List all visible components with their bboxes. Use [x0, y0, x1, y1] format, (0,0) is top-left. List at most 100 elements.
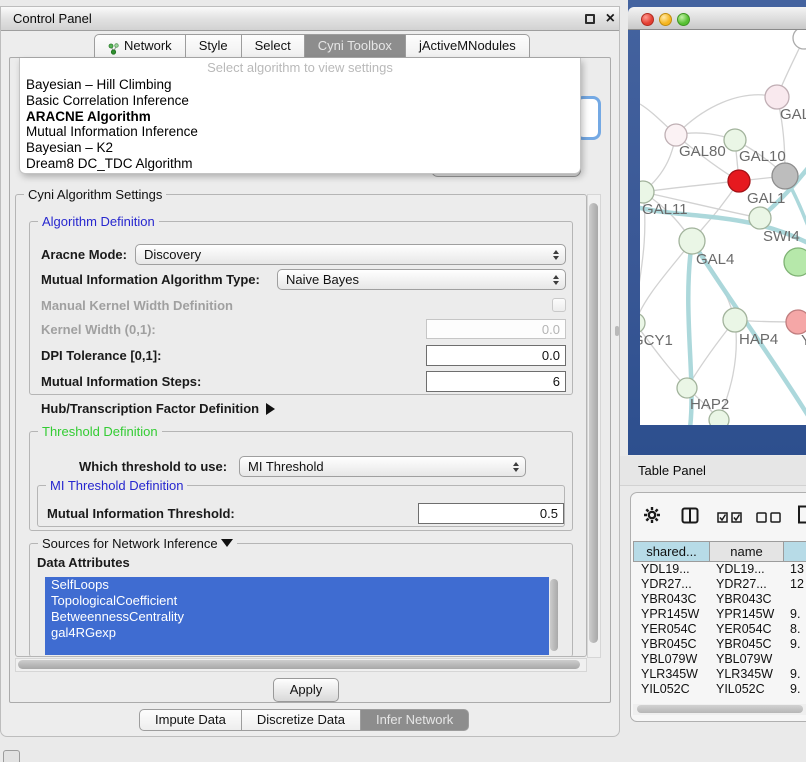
table-hscrollbar-track[interactable] — [633, 704, 806, 715]
tab-select[interactable]: Select — [242, 34, 305, 58]
aracne-mode-select[interactable]: Discovery — [135, 244, 566, 265]
node-salmon[interactable] — [786, 310, 806, 334]
node-top-partial[interactable] — [793, 30, 806, 49]
panel-divider-handle[interactable] — [615, 326, 619, 336]
table-row[interactable]: YDR27...YDR27...12 — [635, 577, 806, 592]
table-cell: YDR27... — [635, 577, 712, 592]
table-cell: YER054C — [635, 622, 712, 637]
attribute-item-gal4rgexp[interactable]: gal4RGexp — [45, 625, 549, 641]
node-gal1[interactable] — [728, 170, 750, 192]
table-row[interactable]: YDL19...YDL19...13 — [635, 562, 806, 577]
minimize-traffic-light-icon[interactable] — [659, 13, 672, 26]
apply-button[interactable]: Apply — [273, 678, 339, 702]
which-threshold-select[interactable]: MI Threshold — [239, 456, 526, 477]
attribute-item-topologicalcoefficient[interactable]: TopologicalCoefficient — [45, 593, 549, 609]
table-cell: YBL079W — [635, 652, 712, 667]
data-attributes-list[interactable]: SelfLoopsTopologicalCoefficientBetweenne… — [45, 577, 549, 655]
algorithm-option-mutual-information-inference[interactable]: Mutual Information Inference — [20, 124, 580, 140]
mi-algorithm-type-select[interactable]: Naive Bayes — [277, 269, 566, 290]
mi-threshold-field[interactable]: 0.5 — [418, 503, 564, 524]
table-row[interactable]: YBR043CYBR043C — [635, 592, 806, 607]
tab-cyni-toolbox[interactable]: Cyni Toolbox — [305, 34, 406, 58]
close-icon[interactable]: × — [606, 8, 615, 30]
attributes-scrollbar[interactable] — [550, 579, 558, 651]
node-gal1-label: GAL1 — [747, 190, 785, 207]
settings-hscrollbar-thumb[interactable] — [18, 660, 580, 669]
tab-style[interactable]: Style — [186, 34, 242, 58]
table-row[interactable]: YIL052CYIL052C9. — [635, 682, 806, 697]
table-cell: 9. — [786, 637, 806, 652]
float-window-icon[interactable] — [585, 14, 595, 24]
node-gal11-label: GAL11 — [642, 201, 688, 218]
node-hap4[interactable] — [723, 308, 747, 332]
gear-icon[interactable] — [642, 505, 662, 530]
table-panel-title: Table Panel — [638, 463, 706, 478]
network-icon — [108, 40, 119, 52]
table-cell: YIL052C — [712, 682, 786, 697]
table-row[interactable]: YBL079WYBL079W — [635, 652, 806, 667]
algorithm-option-basic-correlation-inference[interactable]: Basic Correlation Inference — [20, 93, 580, 109]
table-cell: YBR043C — [635, 592, 712, 607]
split-columns-icon[interactable] — [681, 507, 699, 529]
mi-algorithm-type-label: Mutual Information Algorithm Type: — [41, 272, 260, 287]
algorithm-option-dream8-dc-tdc-algorithm[interactable]: Dream8 DC_TDC Algorithm — [20, 156, 580, 172]
algorithm-option-bayesian-hill-climbing[interactable]: Bayesian – Hill Climbing — [20, 77, 580, 93]
table-cell: YBR043C — [712, 592, 786, 607]
close-traffic-light-icon[interactable] — [641, 13, 654, 26]
table-cell: 12 — [786, 577, 806, 592]
node-gray[interactable] — [772, 163, 798, 189]
dock-panel-icon[interactable] — [3, 750, 20, 762]
node-hap2[interactable] — [677, 378, 697, 398]
table-hscrollbar-thumb[interactable] — [637, 705, 803, 713]
attribute-item-partial[interactable] — [45, 641, 549, 655]
mi-steps-field[interactable]: 6 — [426, 371, 566, 392]
tab-network[interactable]: Network — [94, 34, 186, 58]
threshold-definition-title: Threshold Definition — [38, 424, 162, 439]
table-cell: YBR045C — [635, 637, 712, 652]
page-icon[interactable] — [797, 505, 806, 529]
node-gcy1[interactable] — [640, 313, 645, 333]
tab-jactivemnodules[interactable]: jActiveMNodules — [406, 34, 530, 58]
node-swi4[interactable] — [749, 207, 771, 229]
unchecked-pair-icon[interactable] — [756, 510, 782, 528]
node-swi4-label: SWI4 — [763, 228, 800, 245]
table-cell: YDL19... — [712, 562, 786, 577]
attribute-item-betweennesscentrality[interactable]: BetweennessCentrality — [45, 609, 549, 625]
network-canvas[interactable]: GALGAL80GAL10GAL1GAL11SWI4GAL4GCY1HAP4YH… — [640, 30, 806, 425]
mi-threshold-definition-title: MI Threshold Definition — [46, 478, 187, 493]
column-header-shared[interactable]: shared... — [633, 541, 710, 562]
which-threshold-label: Which threshold to use: — [79, 459, 227, 474]
attribute-item-selfloops[interactable]: SelfLoops — [45, 577, 549, 593]
node-green-right[interactable] — [784, 248, 806, 276]
network-window-titlebar[interactable] — [628, 7, 806, 30]
kernel-width-field[interactable]: 0.0 — [426, 319, 566, 339]
collapse-down-icon[interactable] — [221, 539, 233, 547]
column-header-name[interactable]: name — [710, 541, 784, 562]
table-row[interactable]: YPR145WYPR145W9. — [635, 607, 806, 622]
sources-title[interactable]: Sources for Network Inference — [38, 536, 237, 551]
table-row[interactable]: YBR045CYBR045C9. — [635, 637, 806, 652]
algorithm-option-bayesian-k2[interactable]: Bayesian – K2 — [20, 140, 580, 156]
tab-impute-data[interactable]: Impute Data — [139, 709, 242, 731]
table-cell: 9. — [786, 607, 806, 622]
tab-discretize-data[interactable]: Discretize Data — [242, 709, 361, 731]
control-panel-titlebar[interactable]: Control Panel × — [1, 7, 619, 31]
table-cell: 13 — [786, 562, 806, 577]
manual-kernel-width-checkbox[interactable] — [552, 298, 566, 312]
control-panel-tabbar: NetworkStyleSelectCyni ToolboxjActiveMNo… — [94, 34, 530, 58]
table-row[interactable]: YER054CYER054C8. — [635, 622, 806, 637]
zoom-traffic-light-icon[interactable] — [677, 13, 690, 26]
dpi-tolerance-field[interactable]: 0.0 — [426, 345, 566, 366]
cyni-algorithm-settings-title: Cyni Algorithm Settings — [24, 187, 166, 202]
node-hap4-label: HAP4 — [739, 331, 778, 348]
algorithm-option-aracne-algorithm[interactable]: ARACNE Algorithm — [20, 109, 580, 125]
settings-vscrollbar-thumb[interactable] — [589, 203, 598, 643]
tab-infer-network[interactable]: Infer Network — [361, 709, 469, 731]
table-cell: 9. — [786, 667, 806, 682]
checked-pair-icon[interactable] — [717, 510, 743, 528]
mi-threshold-label: Mutual Information Threshold: — [47, 506, 235, 521]
table-row[interactable]: YLR345WYLR345W9. — [635, 667, 806, 682]
expand-right-icon[interactable] — [266, 403, 275, 415]
hub-definition-toggle[interactable]: Hub/Transcription Factor Definition — [41, 401, 275, 416]
column-header-a[interactable]: A — [784, 541, 806, 562]
